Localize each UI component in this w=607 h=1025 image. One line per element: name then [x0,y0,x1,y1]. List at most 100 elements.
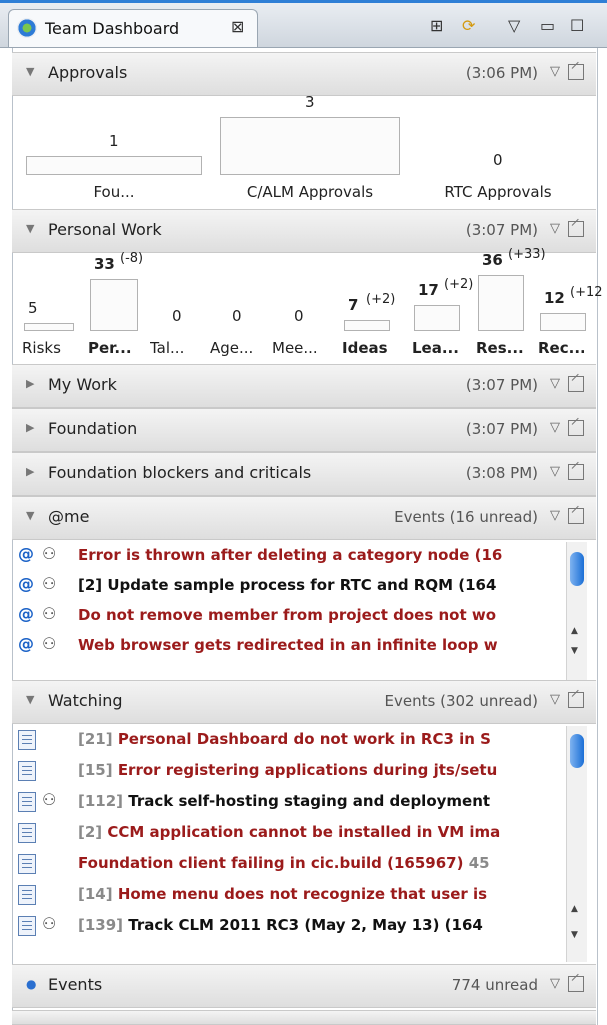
tab-team-dashboard[interactable]: Team Dashboard ⊠ [8,9,258,47]
refresh-icon[interactable]: ⟳ [462,17,475,35]
personal-work-bar[interactable] [90,279,138,331]
section-time: (3:07 PM) [465,221,538,239]
binoculars-icon: ⚇ [42,914,57,933]
collapsed-triangle-icon[interactable]: ▶ [26,421,34,434]
section-approvals-header[interactable]: ▼ Approvals (3:06 PM) ▽ [12,52,596,96]
scroll-thumb[interactable] [570,734,584,768]
personal-work-category-label[interactable]: Age... [210,339,270,357]
section-unread-count: 774 unread [451,976,538,994]
at-me-event-row[interactable]: @ ⚇ Do not remove member from project does… [18,602,566,632]
personal-work-category-label[interactable]: Rec... [538,339,584,357]
section-menu-icon[interactable]: ▽ [550,420,560,435]
scroll-down-arrow-icon[interactable]: ▼ [571,646,578,656]
view-menu-icon[interactable]: ▽ [508,17,520,35]
personal-work-category-label[interactable]: Lea... [412,339,472,357]
section-time: (3:07 PM) [465,376,538,394]
event-title: [139] Track CLM 2011 RC3 (May 2, May 13)… [78,916,483,934]
section-menu-icon[interactable]: ▽ [550,376,560,391]
collapsed-triangle-icon[interactable]: ▶ [26,465,34,478]
event-count: [112] [78,792,129,810]
view-tab-bar: Team Dashboard ⊠ ⊞ ⟳ ▽ ▭ ☐ [0,3,607,48]
expanded-triangle-icon[interactable]: ▼ [26,693,34,706]
event-title: [15] Error registering applications duri… [78,761,498,779]
personal-work-delta: (+12 [570,285,603,300]
personal-work-category-label[interactable]: Per... [88,339,148,357]
section-events-count: Events (302 unread) [384,692,538,710]
section-next-header-partial [12,1010,596,1025]
watching-event-row[interactable]: [14] Home menu does not recognize that u… [18,881,566,911]
approval-bar[interactable] [26,155,202,175]
scroll-down-arrow-icon[interactable]: ▼ [571,930,578,940]
section-menu-icon[interactable]: ▽ [550,221,560,236]
maximize-icon[interactable]: ☐ [570,17,584,35]
watching-event-row[interactable]: ⚇ [112] Track self-hosting staging and de… [18,788,566,818]
section-events-header[interactable]: ● Events 774 unread ▽ [12,964,596,1008]
personal-work-bar[interactable] [24,323,74,331]
personal-work-bar[interactable] [414,305,460,331]
section-menu-icon[interactable]: ▽ [550,976,560,991]
scroll-up-arrow-icon[interactable]: ▲ [571,904,578,914]
watching-event-row[interactable]: Foundation client failing in cic.build (… [18,850,566,880]
at-me-event-row[interactable]: @ ⚇ Error is thrown after deleting a categ… [18,542,566,572]
personal-work-category-label[interactable]: Ideas [342,339,402,357]
at-me-event-row[interactable]: @ ⚇ [2] Update sample process for RTC and … [18,572,566,602]
section-watching-header[interactable]: ▼ Watching Events (302 unread) ▽ [12,680,596,724]
section-menu-icon[interactable]: ▽ [550,64,560,79]
work-item-icon [18,761,36,781]
approval-category-label[interactable]: RTC Approvals [412,183,584,201]
section-maximize-icon[interactable] [568,64,584,80]
scroll-thumb[interactable] [570,552,584,586]
collapsed-triangle-icon[interactable]: ▶ [26,377,34,390]
personal-work-value: 0 [294,307,304,325]
section-foundation-blockers-header[interactable]: ▶ Foundation blockers and criticals (3:0… [12,452,596,496]
expanded-triangle-icon[interactable]: ▼ [26,509,34,522]
personal-work-category-label[interactable]: Res... [476,339,536,357]
binoculars-icon: ⚇ [42,634,57,653]
section-time: (3:06 PM) [465,64,538,82]
section-maximize-icon[interactable] [568,508,584,524]
approval-category-label[interactable]: Fou... [26,183,202,201]
event-title: Web browser gets redirected in an infini… [78,636,498,654]
close-icon[interactable]: ⊠ [231,17,244,36]
watching-event-row[interactable]: [21] Personal Dashboard do not work in R… [18,726,566,756]
expanded-triangle-icon[interactable]: ▼ [26,222,34,235]
section-maximize-icon[interactable] [568,976,584,992]
personal-work-bar[interactable] [540,313,586,331]
section-foundation-header[interactable]: ▶ Foundation (3:07 PM) ▽ [12,408,596,452]
section-menu-icon[interactable]: ▽ [550,464,560,479]
add-section-icon[interactable]: ⊞ [430,17,443,35]
event-title: Error is thrown after deleting a categor… [78,546,503,564]
approval-bar[interactable] [220,117,400,175]
personal-work-bar[interactable] [478,275,524,331]
binoculars-icon: ⚇ [42,790,57,809]
section-title: Events [48,975,103,994]
minimize-icon[interactable]: ▭ [540,17,555,35]
at-me-scrollbar[interactable]: ▲ ▼ [566,542,587,682]
event-title: [21] Personal Dashboard do not work in R… [78,730,491,748]
section-menu-icon[interactable]: ▽ [550,508,560,523]
section-at-me-header[interactable]: ▼ @me Events (16 unread) ▽ [12,496,596,540]
team-dashboard-icon [17,18,37,38]
section-maximize-icon[interactable] [568,692,584,708]
watching-event-row[interactable]: [2] CCM application cannot be installed … [18,819,566,849]
section-maximize-icon[interactable] [568,420,584,436]
at-me-event-row[interactable]: @ ⚇ Web browser gets redirected in an infi… [18,632,566,662]
personal-work-category-label[interactable]: Risks [22,339,82,357]
approval-category-label[interactable]: C/ALM Approvals [220,183,400,201]
expanded-triangle-icon[interactable]: ▼ [26,65,34,78]
section-title: Foundation blockers and criticals [48,463,312,482]
personal-work-value: 17 [418,281,439,299]
watching-scrollbar[interactable]: ▲ ▼ [566,726,587,962]
personal-work-category-label[interactable]: Tal... [150,339,210,357]
watching-event-row[interactable]: [15] Error registering applications duri… [18,757,566,787]
section-maximize-icon[interactable] [568,376,584,392]
personal-work-bar[interactable] [344,320,390,331]
section-maximize-icon[interactable] [568,221,584,237]
section-maximize-icon[interactable] [568,464,584,480]
personal-work-category-label[interactable]: Mee... [272,339,332,357]
watching-event-row[interactable]: ⚇ [139] Track CLM 2011 RC3 (May 2, May 13… [18,912,566,942]
personal-work-value: 7 [348,296,359,314]
scroll-up-arrow-icon[interactable]: ▲ [571,626,578,636]
section-my-work-header[interactable]: ▶ My Work (3:07 PM) ▽ [12,364,596,408]
section-menu-icon[interactable]: ▽ [550,692,560,707]
